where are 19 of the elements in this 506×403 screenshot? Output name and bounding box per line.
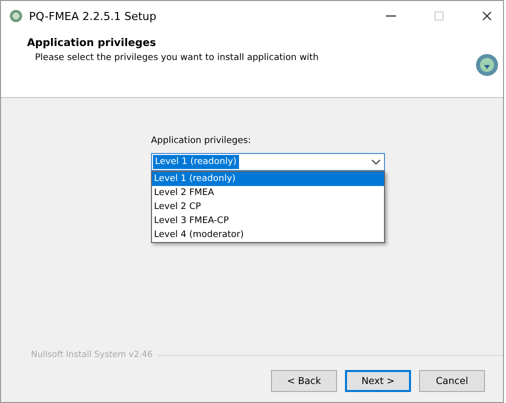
dropdown-option[interactable]: Level 4 (moderator) bbox=[152, 228, 384, 242]
page-subtitle: Please select the privileges you want to install application with bbox=[34, 53, 320, 63]
installer-logo-icon bbox=[475, 53, 499, 77]
page-heading: Application privileges bbox=[27, 37, 157, 49]
dropdown-value: Level 1 (readonly) bbox=[153, 155, 239, 169]
dropdown-option[interactable]: Level 3 FMEA-CP bbox=[152, 214, 384, 228]
dropdown-option[interactable]: Level 1 (readonly) bbox=[152, 172, 384, 186]
close-icon[interactable] bbox=[481, 10, 493, 22]
field-label: Application privileges: bbox=[151, 136, 252, 146]
branding-text: Nullsoft Install System v2.46 bbox=[31, 350, 153, 360]
app-icon bbox=[9, 9, 23, 23]
dropdown-option[interactable]: Level 2 FMEA bbox=[152, 186, 384, 200]
window-title: PQ-FMEA 2.2.5.1 Setup bbox=[29, 10, 156, 22]
maximize-icon bbox=[433, 10, 445, 22]
wizard-button[interactable]: Next > bbox=[345, 370, 411, 392]
dropdown-option[interactable]: Level 2 CP bbox=[152, 200, 384, 214]
privileges-dropdown[interactable]: Level 1 (readonly) bbox=[151, 153, 385, 171]
wizard-button[interactable]: Cancel bbox=[419, 370, 485, 392]
wizard-button[interactable]: < Back bbox=[271, 370, 337, 392]
